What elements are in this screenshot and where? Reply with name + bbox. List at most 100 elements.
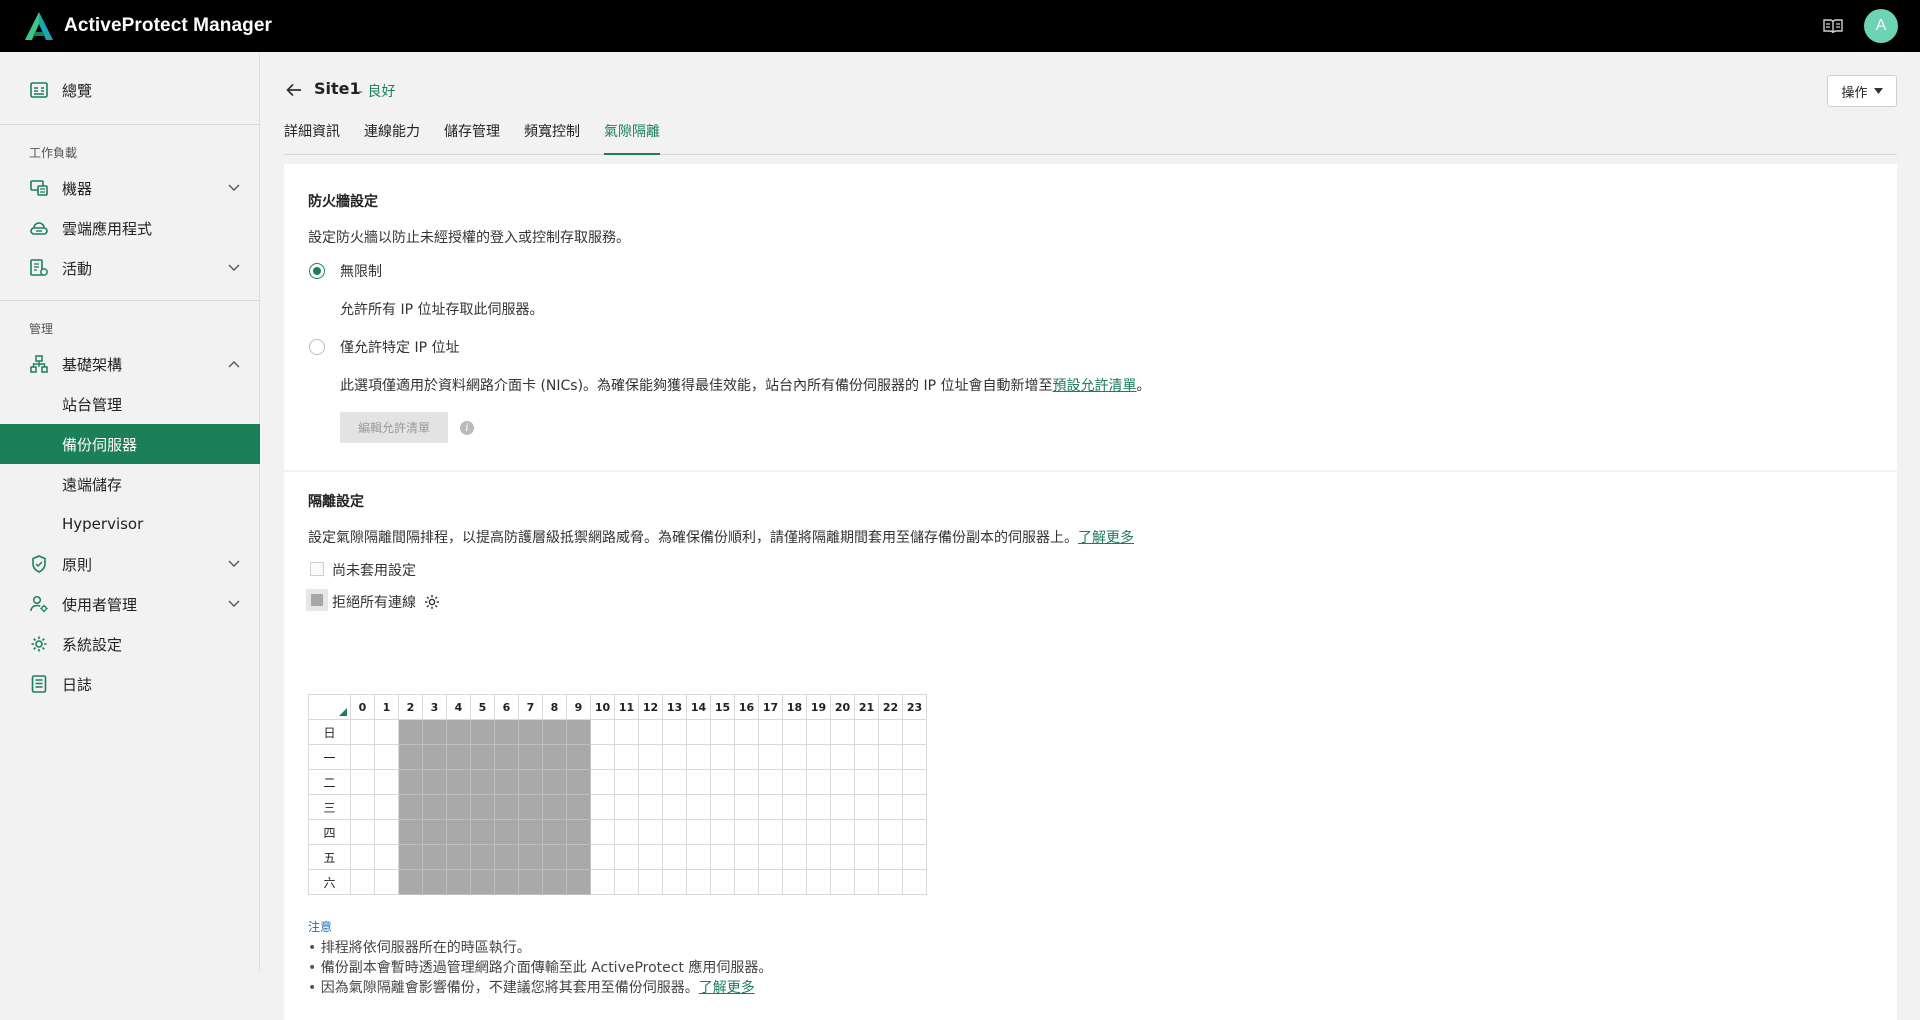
schedule-cell[interactable] <box>494 744 519 770</box>
schedule-cell[interactable] <box>422 844 447 870</box>
hour-header[interactable]: 12 <box>638 694 663 720</box>
schedule-cell[interactable] <box>806 844 831 870</box>
schedule-cell[interactable] <box>782 869 807 895</box>
schedule-cell[interactable] <box>398 794 423 820</box>
schedule-cell[interactable] <box>446 744 471 770</box>
day-header[interactable]: 二 <box>308 769 351 795</box>
schedule-cell[interactable] <box>902 744 927 770</box>
schedule-cell[interactable] <box>686 719 711 745</box>
schedule-cell[interactable] <box>470 769 495 795</box>
schedule-cell[interactable] <box>878 794 903 820</box>
hour-header[interactable]: 1 <box>374 694 399 720</box>
schedule-cell[interactable] <box>878 844 903 870</box>
schedule-cell[interactable] <box>806 819 831 845</box>
schedule-cell[interactable] <box>590 844 615 870</box>
tab-connectivity[interactable]: 連線能力 <box>364 121 420 155</box>
schedule-cell[interactable] <box>902 769 927 795</box>
schedule-cell[interactable] <box>398 719 423 745</box>
schedule-cell[interactable] <box>374 819 399 845</box>
sidebar-item-backup-servers[interactable]: 備份伺服器 <box>0 424 260 464</box>
tab-storage[interactable]: 儲存管理 <box>444 121 500 155</box>
schedule-cell[interactable] <box>758 769 783 795</box>
sidebar-item-machines[interactable]: 機器 <box>0 168 260 208</box>
schedule-cell[interactable] <box>542 744 567 770</box>
schedule-cell[interactable] <box>590 794 615 820</box>
schedule-grid[interactable]: 0 1 2 3 4 5 6 7 8 9 10 11 12 13 14 15 16 17 18 19 20 21 22 23 日… <box>308 694 927 895</box>
schedule-cell[interactable] <box>806 719 831 745</box>
schedule-cell[interactable] <box>902 869 927 895</box>
schedule-cell[interactable] <box>854 869 879 895</box>
schedule-cell[interactable] <box>734 844 759 870</box>
schedule-cell[interactable] <box>710 869 735 895</box>
schedule-cell[interactable] <box>662 869 687 895</box>
schedule-cell[interactable] <box>758 819 783 845</box>
schedule-cell[interactable] <box>470 869 495 895</box>
schedule-cell[interactable] <box>470 819 495 845</box>
schedule-cell[interactable] <box>830 744 855 770</box>
schedule-cell[interactable] <box>590 769 615 795</box>
schedule-cell[interactable] <box>758 719 783 745</box>
radio-specific-ip[interactable] <box>309 339 325 355</box>
schedule-cell[interactable] <box>662 819 687 845</box>
schedule-cell[interactable] <box>854 769 879 795</box>
schedule-cell[interactable] <box>350 719 375 745</box>
day-header[interactable]: 六 <box>308 869 351 895</box>
schedule-cell[interactable] <box>446 869 471 895</box>
schedule-cell[interactable] <box>542 844 567 870</box>
hour-header[interactable]: 2 <box>398 694 423 720</box>
schedule-cell[interactable] <box>374 844 399 870</box>
schedule-cell[interactable] <box>422 869 447 895</box>
info-icon[interactable]: i <box>460 421 474 435</box>
schedule-cell[interactable] <box>806 769 831 795</box>
schedule-cell[interactable] <box>494 819 519 845</box>
schedule-cell[interactable] <box>566 869 591 895</box>
day-header[interactable]: 日 <box>308 719 351 745</box>
tab-air-gap[interactable]: 氣隙隔離 <box>604 121 660 155</box>
day-header[interactable]: 一 <box>308 744 351 770</box>
schedule-cell[interactable] <box>566 844 591 870</box>
hour-header[interactable]: 4 <box>446 694 471 720</box>
schedule-cell[interactable] <box>734 819 759 845</box>
schedule-cell[interactable] <box>662 794 687 820</box>
schedule-cell[interactable] <box>854 794 879 820</box>
schedule-cell[interactable] <box>854 719 879 745</box>
schedule-cell[interactable] <box>518 744 543 770</box>
schedule-cell[interactable] <box>806 794 831 820</box>
schedule-cell[interactable] <box>782 844 807 870</box>
schedule-cell[interactable] <box>662 744 687 770</box>
schedule-cell[interactable] <box>518 819 543 845</box>
schedule-cell[interactable] <box>782 769 807 795</box>
schedule-cell[interactable] <box>710 744 735 770</box>
schedule-cell[interactable] <box>782 819 807 845</box>
hour-header[interactable]: 17 <box>758 694 783 720</box>
schedule-cell[interactable] <box>710 794 735 820</box>
schedule-cell[interactable] <box>590 744 615 770</box>
schedule-cell[interactable] <box>734 869 759 895</box>
schedule-cell[interactable] <box>902 844 927 870</box>
schedule-cell[interactable] <box>782 794 807 820</box>
avatar[interactable]: A <box>1864 9 1898 43</box>
schedule-cell[interactable] <box>398 819 423 845</box>
schedule-cell[interactable] <box>686 744 711 770</box>
schedule-cell[interactable] <box>878 744 903 770</box>
schedule-cell[interactable] <box>830 844 855 870</box>
schedule-cell[interactable] <box>614 869 639 895</box>
schedule-cell[interactable] <box>446 769 471 795</box>
schedule-cell[interactable] <box>422 719 447 745</box>
schedule-cell[interactable] <box>878 719 903 745</box>
schedule-cell[interactable] <box>902 794 927 820</box>
schedule-cell[interactable] <box>590 819 615 845</box>
schedule-cell[interactable] <box>374 769 399 795</box>
day-header[interactable]: 四 <box>308 819 351 845</box>
hour-header[interactable]: 22 <box>878 694 903 720</box>
hour-header[interactable]: 3 <box>422 694 447 720</box>
hour-header[interactable]: 16 <box>734 694 759 720</box>
edit-allowlist-button[interactable]: 編輯允許清單 <box>340 412 448 443</box>
default-allowlist-link[interactable]: 預設允許清單 <box>1053 378 1137 394</box>
schedule-cell[interactable] <box>542 819 567 845</box>
schedule-cell[interactable] <box>734 769 759 795</box>
hour-header[interactable]: 9 <box>566 694 591 720</box>
schedule-cell[interactable] <box>662 719 687 745</box>
sidebar-item-cloud-apps[interactable]: 雲端應用程式 <box>0 208 260 248</box>
hour-header[interactable]: 14 <box>686 694 711 720</box>
